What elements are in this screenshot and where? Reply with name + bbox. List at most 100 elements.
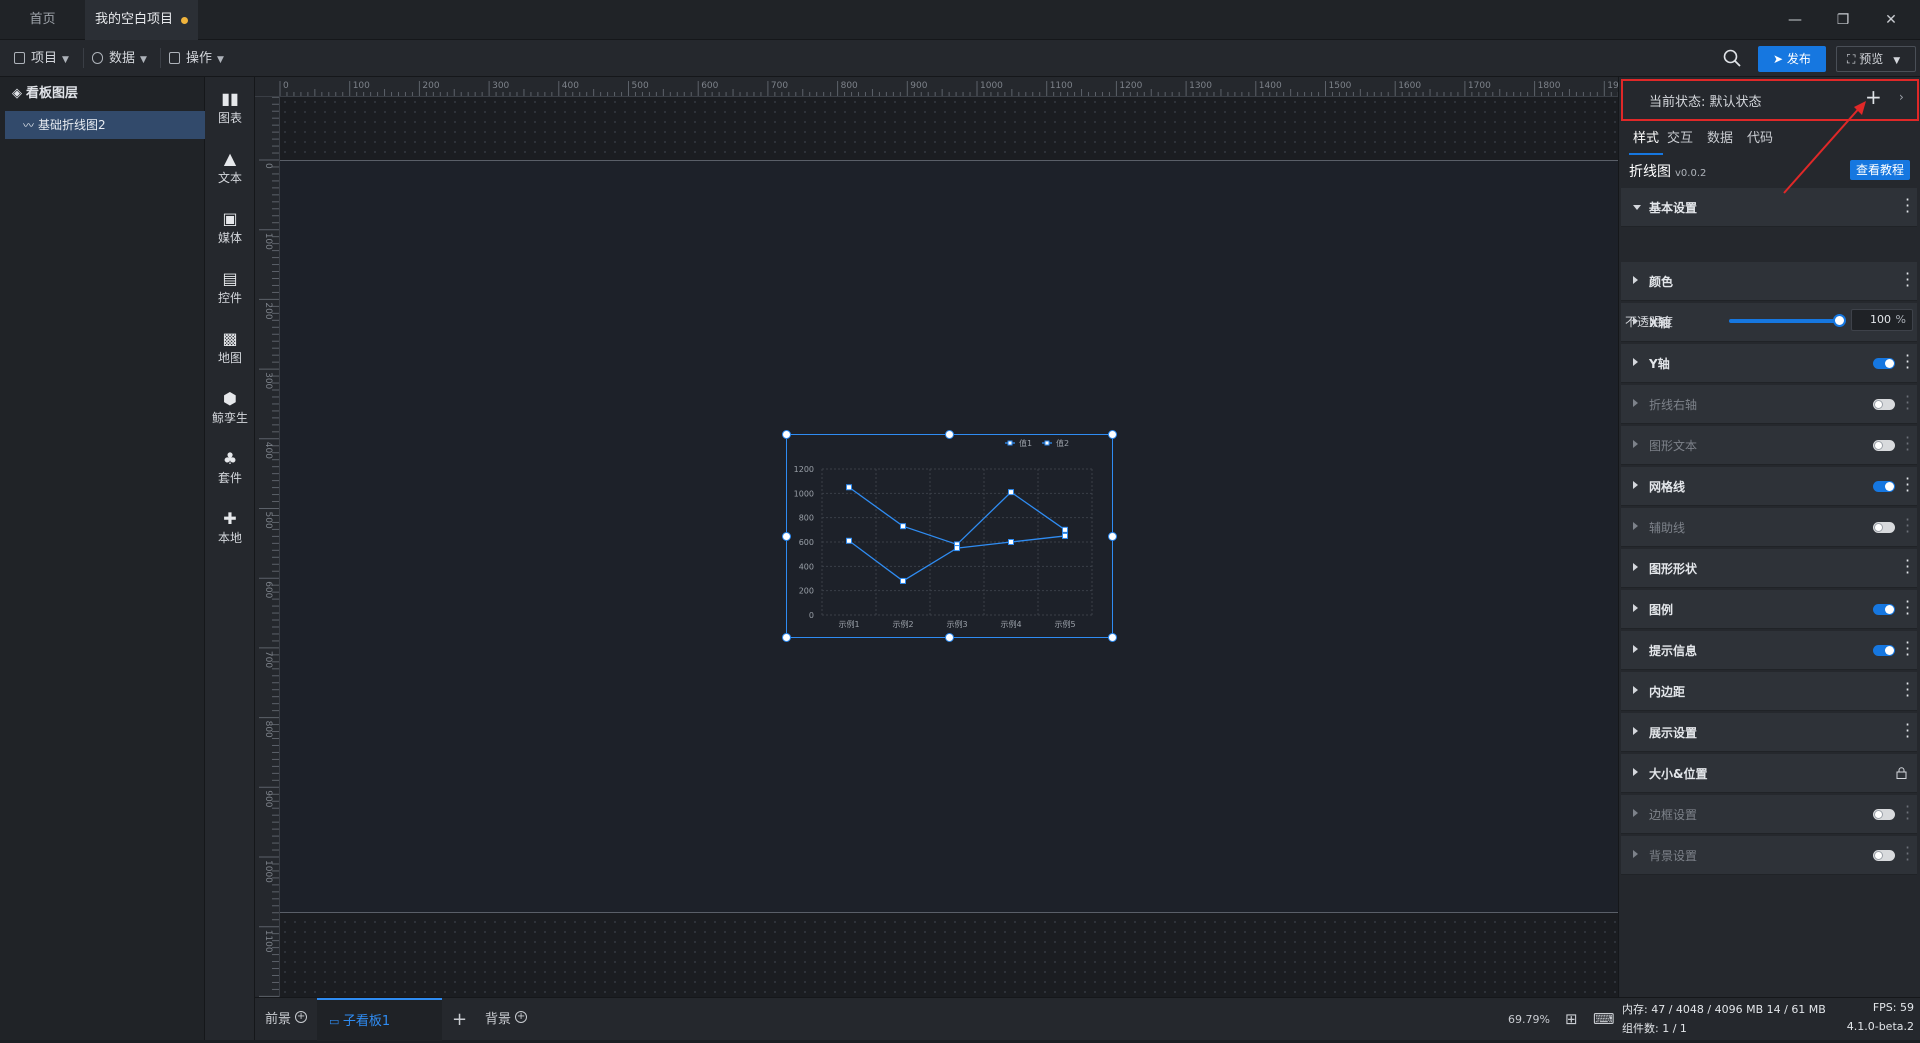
resize-handle[interactable] <box>945 633 954 642</box>
section-14[interactable]: 边框设置 · · · <box>1621 795 1917 834</box>
section-12[interactable]: 展示设置 · · · <box>1621 713 1917 752</box>
section-7[interactable]: 辅助线 · · · <box>1621 508 1917 547</box>
resize-handle[interactable] <box>782 633 791 642</box>
comp-map[interactable]: ▩ 地图 <box>205 329 255 366</box>
resize-handle[interactable] <box>782 430 791 439</box>
zoom-level[interactable]: 69.79% <box>1508 998 1550 1041</box>
opacity-input[interactable]: 100 % <box>1851 309 1913 331</box>
lock-icon[interactable] <box>1896 767 1907 779</box>
more-options-icon[interactable]: ··· <box>1905 389 1910 417</box>
restore-button[interactable]: ❐ <box>1820 0 1866 40</box>
legend-marker <box>1007 440 1013 446</box>
section-10[interactable]: 提示信息 · · · <box>1621 631 1917 670</box>
section-toggle[interactable] <box>1873 809 1895 820</box>
comp-chart[interactable]: ▮▮ 图表 <box>205 89 255 126</box>
search-icon[interactable] <box>1722 48 1742 68</box>
comp-text[interactable]: ▲ 文本 <box>205 149 255 186</box>
section-8[interactable]: 图形形状 · · · <box>1621 549 1917 588</box>
menu-project[interactable]: 项目 ▼ <box>14 40 69 77</box>
more-options-icon[interactable]: ··· <box>1905 512 1910 540</box>
more-options-icon[interactable]: ··· <box>1905 348 1910 376</box>
tab-code[interactable]: 代码 <box>1747 123 1773 155</box>
more-options-icon[interactable]: ··· <box>1905 471 1910 499</box>
tab-home[interactable]: 首页 <box>0 0 85 40</box>
more-options-icon[interactable]: ··· <box>1905 676 1910 704</box>
tutorial-button[interactable]: 查看教程 <box>1850 160 1910 180</box>
add-board-button[interactable]: + <box>452 998 467 1041</box>
section-4[interactable]: 折线右轴 · · · <box>1621 385 1917 424</box>
comp-media-label: 媒体 <box>217 231 242 245</box>
more-options-icon[interactable]: ··· <box>1905 266 1910 294</box>
opacity-slider[interactable] <box>1729 319 1839 323</box>
section-label: 网格线 <box>1649 480 1686 494</box>
more-options-icon[interactable]: ··· <box>1905 430 1910 458</box>
tab-background[interactable]: 背景 + <box>485 998 528 1041</box>
comp-kit[interactable]: ♣ 套件 <box>205 449 255 486</box>
add-circle-icon[interactable]: + <box>515 1011 528 1023</box>
section-5[interactable]: 图形文本 · · · <box>1621 426 1917 465</box>
caret-right-icon <box>1633 563 1638 571</box>
ruler-label: 300 <box>263 372 273 389</box>
fit-screen-icon[interactable]: ⊞ <box>1565 998 1578 1041</box>
section-toggle[interactable] <box>1873 850 1895 861</box>
tab-interaction[interactable]: 交互 <box>1667 123 1693 155</box>
section-toggle[interactable] <box>1873 645 1895 656</box>
component-sidebar: ▮▮ 图表 ▲ 文本 ▣ 媒体 ▤ 控件 ▩ 地图 ⬢ 鲸孪生 ♣ 套件 ✚ 本地 <box>205 77 255 1040</box>
more-options-icon[interactable]: ··· <box>1905 717 1910 745</box>
add-state-icon[interactable]: + <box>1865 85 1882 109</box>
section-toggle[interactable] <box>1873 440 1895 451</box>
ruler-label: 900 <box>910 81 927 91</box>
tab-foreground[interactable]: 前景 + <box>265 998 308 1041</box>
section-9[interactable]: 图例 · · · <box>1621 590 1917 629</box>
canvas-workspace[interactable]: 0 200 400 600 800 1000 1200 示例1 示例2 示例3 示例4 示例5 值1 值2 <box>280 97 1618 997</box>
section-toggle[interactable] <box>1873 481 1895 492</box>
more-options-icon[interactable]: ··· <box>1905 594 1910 622</box>
menu-ops[interactable]: 操作 ▼ <box>169 40 224 77</box>
section-1[interactable]: 颜色 · · · <box>1621 262 1917 301</box>
keyboard-icon[interactable]: ⌨ <box>1593 998 1615 1041</box>
layer-item[interactable]: 〰基础折线图2 <box>5 111 205 139</box>
ruler-label: 500 <box>263 512 273 529</box>
preview-button[interactable]: ⛶ 预览 ▼ <box>1836 46 1916 72</box>
more-options-icon[interactable]: ··· <box>1905 840 1910 868</box>
tab-subboard[interactable]: ▭ 子看板1 <box>317 998 442 1041</box>
more-options-icon[interactable]: ··· <box>1905 635 1910 663</box>
tab-style[interactable]: 样式 <box>1629 123 1663 155</box>
tab-data[interactable]: 数据 <box>1707 123 1733 155</box>
more-options-icon[interactable]: ··· <box>1905 799 1910 827</box>
line-chart-widget[interactable]: 0 200 400 600 800 1000 1200 示例1 示例2 示例3 示例4 示例5 值1 值2 <box>782 430 1117 642</box>
add-circle-icon[interactable]: + <box>295 1011 308 1023</box>
section-toggle[interactable] <box>1873 604 1895 615</box>
dashboard-screen[interactable]: 0 200 400 600 800 1000 1200 示例1 示例2 示例3 示例4 示例5 值1 值2 <box>280 160 1618 913</box>
resize-handle[interactable] <box>1108 532 1117 541</box>
opacity-slider-handle[interactable] <box>1833 314 1846 327</box>
resize-handle[interactable] <box>945 430 954 439</box>
more-options-icon[interactable]: ··· <box>1905 553 1910 581</box>
section-15[interactable]: 背景设置 · · · <box>1621 836 1917 875</box>
resize-handle[interactable] <box>1108 633 1117 642</box>
section-6[interactable]: 网格线 · · · <box>1621 467 1917 506</box>
comp-local[interactable]: ✚ 本地 <box>205 509 255 546</box>
section-13[interactable]: 大小&位置 <box>1621 754 1917 793</box>
comp-media[interactable]: ▣ 媒体 <box>205 209 255 246</box>
minimize-button[interactable]: — <box>1772 0 1818 40</box>
section-3[interactable]: Y轴 · · · <box>1621 344 1917 383</box>
comp-control[interactable]: ▤ 控件 <box>205 269 255 306</box>
section-toggle[interactable] <box>1873 358 1895 369</box>
section-label: 内边距 <box>1649 685 1686 699</box>
section-0[interactable]: 基本设置 · · · <box>1621 188 1917 227</box>
more-options-icon[interactable]: ··· <box>1905 192 1910 220</box>
resize-handle[interactable] <box>1108 430 1117 439</box>
resize-handle[interactable] <box>782 532 791 541</box>
section-toggle[interactable] <box>1873 399 1895 410</box>
comp-twin[interactable]: ⬢ 鲸孪生 <box>205 389 255 426</box>
monitor-icon: ▭ <box>329 1015 343 1028</box>
close-button[interactable]: ✕ <box>1868 0 1914 40</box>
ruler-label: 200 <box>263 302 273 319</box>
section-toggle[interactable] <box>1873 522 1895 533</box>
menu-data[interactable]: 数据 ▼ <box>92 40 147 77</box>
tab-project[interactable]: 我的空白项目 <box>85 0 198 40</box>
publish-button[interactable]: ➤ 发布 <box>1758 46 1826 72</box>
chevron-right-icon[interactable]: › <box>1899 90 1904 104</box>
section-11[interactable]: 内边距 · · · <box>1621 672 1917 711</box>
